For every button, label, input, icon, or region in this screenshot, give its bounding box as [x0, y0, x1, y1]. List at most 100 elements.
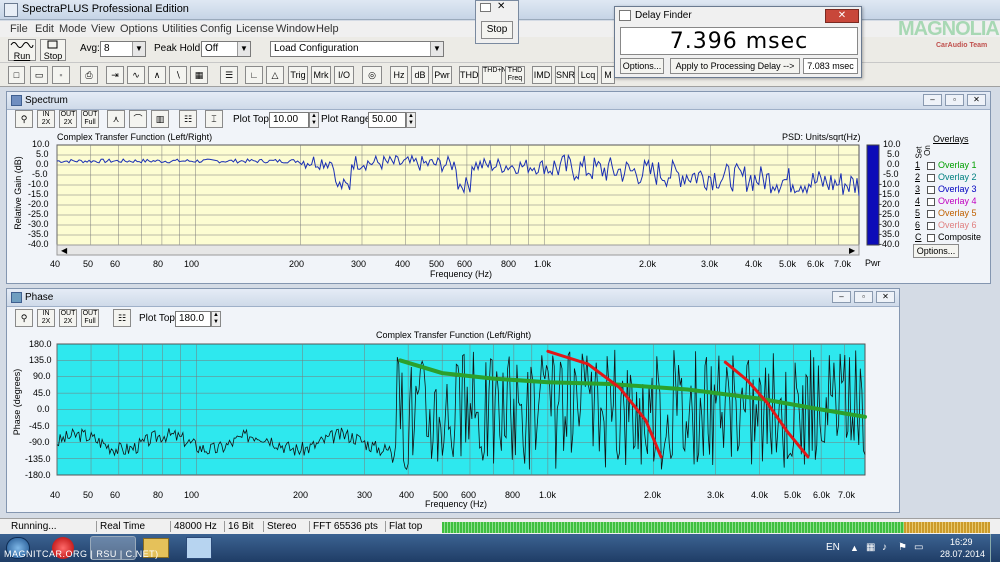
thd-n-button[interactable]: THD+N	[482, 66, 507, 84]
show-desktop-button[interactable]	[990, 534, 1000, 562]
print-icon[interactable]: ⎙	[80, 66, 98, 84]
stop-dialog: ✕ Stop	[475, 0, 519, 44]
paint-icon[interactable]	[186, 537, 212, 559]
thd-button[interactable]: THD	[459, 66, 479, 84]
trigger-level-icon[interactable]: △	[266, 66, 284, 84]
phase-icon[interactable]: ∖	[169, 66, 187, 84]
language-indicator[interactable]: EN	[826, 542, 840, 553]
pwr-tick: -15.0	[879, 189, 900, 199]
waveform-icon[interactable]: ∿	[127, 66, 145, 84]
run-button[interactable]: Run	[8, 39, 36, 61]
overlay-options-button[interactable]: Options...	[913, 244, 959, 258]
spectrum-y-tick: 0.0	[36, 159, 49, 169]
overlay-set-4[interactable]: 4	[915, 196, 920, 206]
power-icon[interactable]: ▭	[914, 542, 923, 553]
io-button[interactable]: I/O	[334, 66, 354, 84]
spectrum-icon[interactable]: ∧	[148, 66, 166, 84]
spectrum-x-tick: 1.0k	[534, 259, 552, 269]
menu-options[interactable]: Options	[120, 23, 158, 35]
imd-button[interactable]: IMD	[532, 66, 552, 84]
menu-window[interactable]: Window	[276, 23, 315, 35]
menu-config[interactable]: Config	[200, 23, 232, 35]
composite-checkbox[interactable]	[927, 234, 935, 242]
tray-arrow-icon[interactable]: ▲	[850, 543, 859, 553]
phase-x-tick: 7.0k	[838, 490, 856, 500]
scroll-right-icon[interactable]: ▶	[849, 246, 856, 255]
pwr-tick: -30.0	[879, 219, 900, 229]
phase-y-tick: 0.0	[37, 404, 50, 414]
thd-freq-button[interactable]: THD Freq	[505, 66, 525, 84]
chevron-down-icon: ▼	[430, 42, 443, 56]
phase-y-tick: 45.0	[33, 388, 51, 398]
menu-mode[interactable]: Mode	[59, 23, 87, 35]
overlay-5-checkbox[interactable]	[927, 210, 935, 218]
open-folder-icon[interactable]: ▭	[30, 66, 48, 84]
stop-button[interactable]: Stop	[40, 39, 66, 61]
new-file-icon[interactable]: □	[8, 66, 25, 84]
pwr-tick: -10.0	[879, 179, 900, 189]
configuration-select[interactable]: Load Configuration ▼	[270, 41, 444, 57]
mrk-button[interactable]: Mrk	[311, 66, 331, 84]
spectrum-scrollbar[interactable]	[56, 244, 860, 256]
status-bit-depth: 16 Bit	[224, 521, 254, 532]
spectrum-chart: ◀ ▶	[56, 144, 880, 256]
flag-icon[interactable]: ⚑	[898, 542, 907, 553]
spectrogram-icon[interactable]: ▦	[190, 66, 208, 84]
lcq-button[interactable]: Lcq	[578, 66, 598, 84]
rewind-icon[interactable]: ⇥	[106, 66, 124, 84]
menu-help[interactable]: Help	[316, 23, 339, 35]
pwr-tick: 0.0	[887, 159, 900, 169]
clock-date[interactable]: 28.07.2014	[940, 549, 985, 559]
avg-select-value: 8	[104, 43, 110, 54]
overlay-set-6[interactable]: 6	[915, 220, 920, 230]
network-icon[interactable]: ▦	[866, 542, 875, 553]
overlay-3-label: Overlay 3	[938, 184, 977, 194]
menu-utilities[interactable]: Utilities	[162, 23, 197, 35]
overlay-1-checkbox[interactable]	[927, 162, 935, 170]
pwr-button[interactable]: Pwr	[432, 66, 452, 84]
overlay-set-5[interactable]: 5	[915, 208, 920, 218]
spectrum-x-tick: 80	[153, 259, 164, 269]
trig-button[interactable]: Trig	[288, 66, 308, 84]
volume-muted-icon[interactable]: ♪	[882, 542, 887, 553]
phase-y-tick: 135.0	[29, 355, 52, 365]
axis-icon[interactable]: ∟	[245, 66, 263, 84]
app-title: SpectraPLUS Professional Edition	[22, 3, 189, 15]
hz-button[interactable]: Hz	[390, 66, 408, 84]
snr-button[interactable]: SNR	[555, 66, 575, 84]
close-icon[interactable]: ✕	[497, 1, 505, 12]
overlay-set-3[interactable]: 3	[915, 184, 920, 194]
overlay-2-checkbox[interactable]	[927, 174, 935, 182]
apply-delay-value: 7.083 msec	[803, 58, 858, 74]
apply-to-processing-delay-button[interactable]: Apply to Processing Delay -->	[670, 58, 800, 74]
table-icon[interactable]: ☰	[220, 66, 238, 84]
delay-options-button[interactable]: Options...	[620, 58, 664, 74]
db-button[interactable]: dB	[411, 66, 429, 84]
composite-label: Composite	[938, 232, 982, 242]
menu-view[interactable]: View	[91, 23, 115, 35]
overlay-set-1[interactable]: 1	[915, 160, 920, 170]
phase-x-tick: 50	[83, 490, 94, 500]
spectrum-y-tick: 5.0	[36, 149, 49, 159]
overlay-3-checkbox[interactable]	[927, 186, 935, 194]
phase-x-tick: 200	[293, 490, 309, 500]
status-sample-rate: 48000 Hz	[170, 521, 217, 532]
close-button[interactable]: ✕	[825, 9, 859, 23]
signal-generator-icon[interactable]: ◎	[362, 66, 382, 84]
overlay-4-checkbox[interactable]	[927, 198, 935, 206]
m-button[interactable]: M	[601, 66, 615, 84]
spectrum-x-tick: 40	[50, 259, 61, 269]
spectrum-x-tick: 6.0k	[807, 259, 825, 269]
peak-hold-select[interactable]: Off ▼	[201, 41, 251, 57]
stop-dialog-button[interactable]: Stop	[481, 21, 513, 39]
menu-edit[interactable]: Edit	[35, 23, 54, 35]
menu-license[interactable]: License	[236, 23, 274, 35]
clock-time[interactable]: 16:29	[950, 537, 973, 547]
save-icon[interactable]: ▪	[52, 66, 70, 84]
overlay-set-2[interactable]: 2	[915, 172, 920, 182]
scroll-left-icon[interactable]: ◀	[61, 246, 68, 255]
avg-select[interactable]: 8 ▼	[100, 41, 146, 57]
menu-file[interactable]: File	[10, 23, 28, 35]
overlay-set-composite[interactable]: C	[915, 232, 922, 242]
overlay-6-checkbox[interactable]	[927, 222, 935, 230]
